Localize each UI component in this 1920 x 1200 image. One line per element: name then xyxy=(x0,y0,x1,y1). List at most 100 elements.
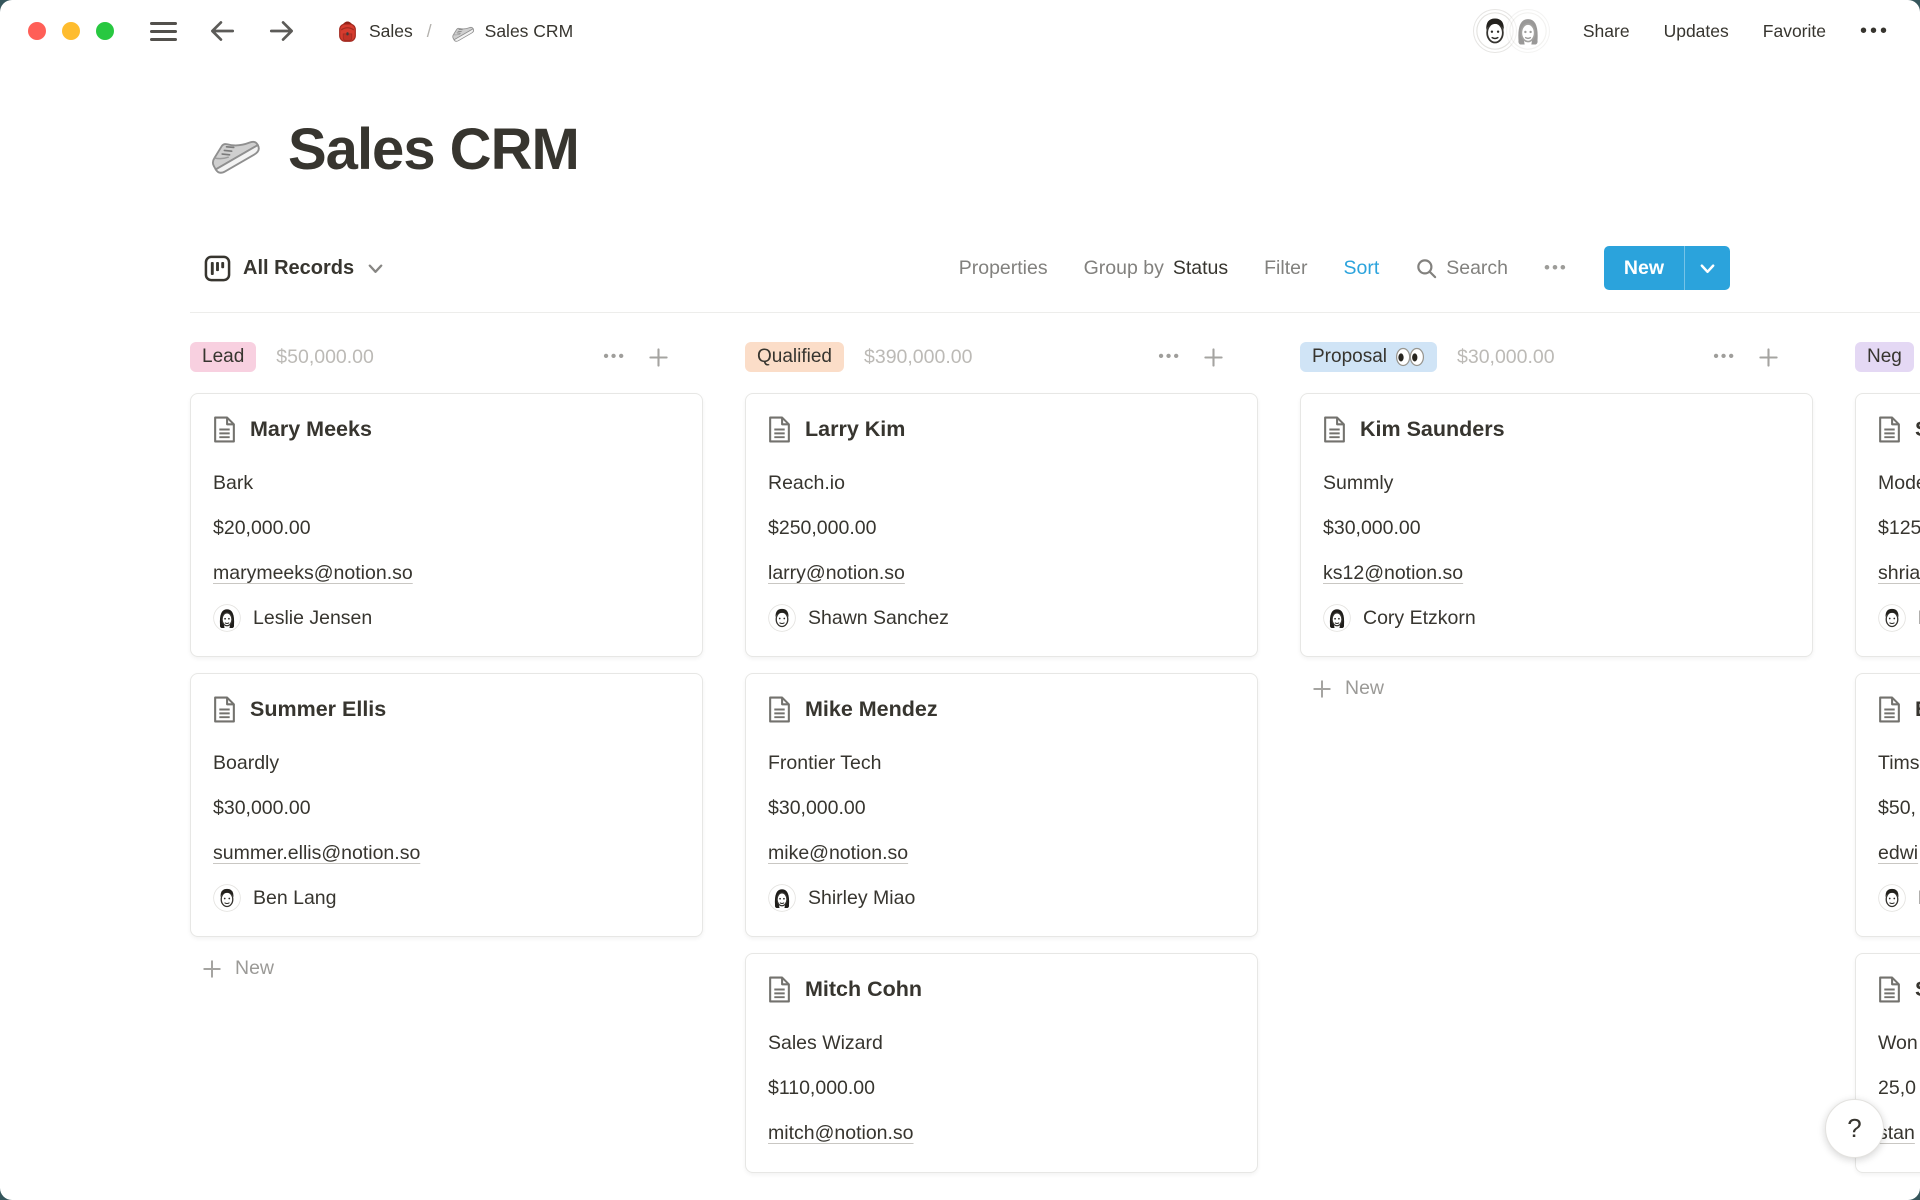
breadcrumb-separator: / xyxy=(427,21,432,42)
view-more-options-icon[interactable]: ••• xyxy=(1544,258,1568,278)
record-card[interactable]: Mike Mendez Frontier Tech $30,000.00 mik… xyxy=(745,673,1258,937)
status-badge[interactable]: Proposal xyxy=(1300,342,1437,372)
column-more-icon[interactable]: ••• xyxy=(1713,348,1736,366)
record-card[interactable]: Summer Ellis Boardly $30,000.00 summer.e… xyxy=(190,673,703,937)
column-sum: $30,000.00 xyxy=(1457,346,1555,369)
record-owner: Cory Etzkorn xyxy=(1363,607,1476,630)
column-header: Neg xyxy=(1855,337,1920,377)
page-icon xyxy=(768,976,791,1003)
record-company: Reach.io xyxy=(768,468,1235,498)
page-title: Sales CRM xyxy=(288,116,579,183)
column-more-icon[interactable]: ••• xyxy=(603,348,626,366)
page-icon xyxy=(1878,416,1901,443)
properties-button[interactable]: Properties xyxy=(959,257,1048,280)
record-company: Bark xyxy=(213,468,680,498)
column-add-icon[interactable] xyxy=(1758,347,1779,368)
record-amount: $125, xyxy=(1878,513,1920,543)
record-email-link[interactable]: edwi xyxy=(1878,842,1918,864)
record-card[interactable]: Mary Meeks Bark $20,000.00 marymeeks@not… xyxy=(190,393,703,657)
record-email-link[interactable]: mike@notion.so xyxy=(768,842,908,864)
search-button[interactable]: Search xyxy=(1415,257,1508,280)
traffic-lights xyxy=(28,22,114,40)
new-record-button[interactable]: New xyxy=(1604,246,1730,290)
page-icon-sneaker[interactable] xyxy=(198,117,264,183)
avatar xyxy=(768,884,796,912)
page-icon xyxy=(1878,696,1901,723)
record-company: Won xyxy=(1878,1028,1920,1058)
record-card[interactable]: Kim Saunders Summly $30,000.00 ks12@noti… xyxy=(1300,393,1813,657)
record-amount: $30,000.00 xyxy=(1323,513,1790,543)
back-arrow-icon[interactable] xyxy=(207,16,237,46)
chevron-down-icon xyxy=(1698,259,1717,278)
close-window-button[interactable] xyxy=(28,22,46,40)
record-company: Summly xyxy=(1323,468,1790,498)
record-amount: $110,000.00 xyxy=(768,1073,1235,1103)
record-email-link[interactable]: summer.ellis@notion.so xyxy=(213,842,420,864)
new-button-dropdown[interactable] xyxy=(1684,246,1730,290)
avatar xyxy=(1323,604,1351,632)
board-column-lead: Lead $50,000.00 ••• Mary Meeks Bark $20,… xyxy=(190,337,703,1173)
record-owner: Shirley Miao xyxy=(808,887,915,910)
breadcrumb-item-sales[interactable]: Sales xyxy=(335,19,413,44)
favorite-button[interactable]: Favorite xyxy=(1763,21,1826,42)
record-card[interactable]: Larry Kim Reach.io $250,000.00 larry@not… xyxy=(745,393,1258,657)
column-sum: $50,000.00 xyxy=(276,346,374,369)
avatar xyxy=(1507,10,1549,52)
record-owner: Leslie Jensen xyxy=(253,607,372,630)
share-button[interactable]: Share xyxy=(1583,21,1630,42)
record-email-link[interactable]: shria xyxy=(1878,562,1920,584)
record-email-link[interactable]: larry@notion.so xyxy=(768,562,905,584)
record-email-link[interactable]: mitch@notion.so xyxy=(768,1122,914,1144)
add-card-label: New xyxy=(1345,677,1384,700)
record-card[interactable]: Mitch Cohn Sales Wizard $110,000.00 mitc… xyxy=(745,953,1258,1173)
record-owner: Ben Lang xyxy=(253,887,337,910)
page-icon xyxy=(768,696,791,723)
avatar xyxy=(768,604,796,632)
status-label: Proposal xyxy=(1312,346,1387,368)
record-email-link[interactable]: marymeeks@notion.so xyxy=(213,562,413,584)
sidebar-menu-icon[interactable] xyxy=(150,22,177,41)
minimize-window-button[interactable] xyxy=(62,22,80,40)
zoom-window-button[interactable] xyxy=(96,22,114,40)
filter-button[interactable]: Filter xyxy=(1264,257,1307,280)
column-more-icon[interactable]: ••• xyxy=(1158,348,1181,366)
collaborator-avatars[interactable] xyxy=(1474,10,1549,52)
board-view-icon xyxy=(204,255,231,282)
record-amount: $30,000.00 xyxy=(768,793,1235,823)
forward-arrow-icon[interactable] xyxy=(267,16,297,46)
view-switcher[interactable]: All Records xyxy=(204,255,385,282)
view-toolbar: All Records Properties Group by Status F… xyxy=(190,245,1730,291)
updates-button[interactable]: Updates xyxy=(1664,21,1729,42)
record-company: Mode xyxy=(1878,468,1920,498)
record-company: Tims xyxy=(1878,748,1920,778)
column-add-icon[interactable] xyxy=(1203,347,1224,368)
add-card-button[interactable]: New xyxy=(1300,677,1813,700)
sort-button[interactable]: Sort xyxy=(1343,257,1379,280)
view-name: All Records xyxy=(243,257,354,280)
board-column-qualified: Qualified $390,000.00 ••• Larry Kim Reac… xyxy=(745,337,1258,1173)
help-button[interactable]: ? xyxy=(1825,1099,1884,1158)
add-card-button[interactable]: New xyxy=(190,957,703,980)
record-name: Larry Kim xyxy=(805,414,905,444)
record-amount: $30,000.00 xyxy=(213,793,680,823)
page-icon xyxy=(1323,416,1346,443)
breadcrumb-item-sales-crm[interactable]: Sales CRM xyxy=(446,16,574,46)
status-badge[interactable]: Neg xyxy=(1855,342,1914,372)
record-name: Mary Meeks xyxy=(250,414,372,444)
more-options-icon[interactable]: ••• xyxy=(1860,20,1890,43)
record-card[interactable]: S Mode $125, shria E xyxy=(1855,393,1920,657)
record-name: Mike Mendez xyxy=(805,694,938,724)
breadcrumb-label: Sales xyxy=(369,21,413,42)
status-badge[interactable]: Qualified xyxy=(745,342,844,372)
breadcrumb-label: Sales CRM xyxy=(485,21,574,42)
record-amount: $50, xyxy=(1878,793,1920,823)
record-card[interactable]: E Tims $50, edwi H xyxy=(1855,673,1920,937)
record-amount: $250,000.00 xyxy=(768,513,1235,543)
group-by-button[interactable]: Group by Status xyxy=(1084,257,1229,280)
record-email-link[interactable]: ks12@notion.so xyxy=(1323,562,1463,584)
record-name: Mitch Cohn xyxy=(805,974,922,1004)
column-add-icon[interactable] xyxy=(648,347,669,368)
column-header: Proposal $30,000.00 ••• xyxy=(1300,337,1813,377)
status-badge[interactable]: Lead xyxy=(190,342,256,372)
record-name: S xyxy=(1915,414,1920,444)
